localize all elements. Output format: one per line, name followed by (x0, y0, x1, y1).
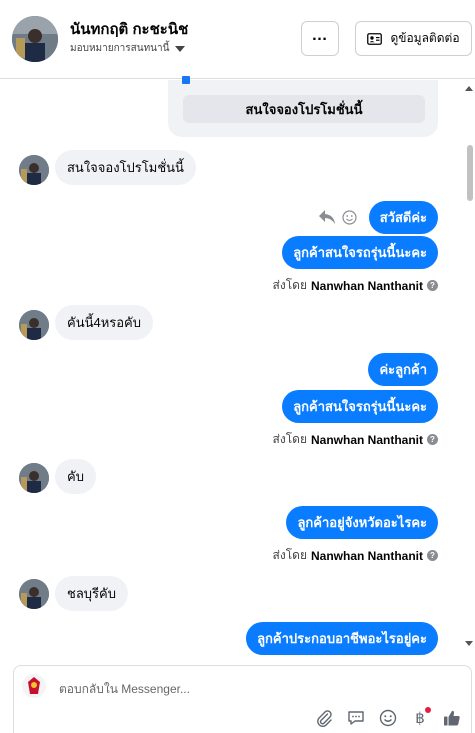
composer-toolbar: ฿ (315, 707, 461, 727)
info-icon[interactable]: ? (427, 550, 438, 561)
emoji-icon[interactable] (342, 209, 357, 225)
contact-avatar-small[interactable] (19, 463, 49, 493)
more-icon: … (311, 26, 329, 44)
view-contact-button[interactable]: ดูข้อมูลติดต่อ (355, 21, 472, 56)
svg-text:฿: ฿ (415, 709, 425, 727)
scroll-down-arrow[interactable] (465, 641, 473, 646)
promotion-card: สนใจจองโปรโมชั่นนี้ (168, 76, 438, 137)
contact-avatar-small[interactable] (19, 310, 49, 340)
sent-by-label: ส่งโดย Nanwhan Nanthanit ? (273, 430, 438, 449)
assign-conversation[interactable]: มอบหมายการสนทนานี้ (70, 41, 186, 56)
message-bubble-outgoing[interactable]: ลูกค้าอยู่จังหวัดอะไรคะ (286, 506, 438, 539)
saved-replies-icon[interactable] (347, 709, 365, 727)
contact-card-icon (367, 32, 383, 45)
sent-by-label: ส่งโดย Nanwhan Nanthanit ? (273, 276, 438, 295)
message-bubble-outgoing[interactable]: สวัสดีค่ะ (368, 201, 438, 234)
message-composer: ตอบกลับใน Messenger... ฿ (13, 665, 472, 733)
sent-by-prefix: ส่งโดย (272, 278, 307, 292)
conversation-header: นันทกฤติ กะชะนิช มอบหมายการสนทนานี้ … ดู… (0, 0, 475, 79)
sender-name: Nanwhan Nanthanit (310, 278, 423, 293)
message-bubble-incoming[interactable]: สนใจจองโปรโมชั่นนี้ (55, 150, 196, 185)
sent-by-prefix: ส่งโดย (272, 548, 307, 562)
emoji-icon[interactable] (379, 709, 397, 727)
contact-avatar-small[interactable] (19, 155, 49, 185)
sender-name: Nanwhan Nanthanit (310, 548, 423, 563)
contact-name: นันทกฤติ กะชะนิช (70, 21, 189, 38)
like-icon[interactable] (443, 709, 461, 727)
scroll-up-arrow[interactable] (465, 86, 473, 91)
message-actions (318, 209, 357, 225)
message-bubble-outgoing[interactable]: ค่ะลูกค้า (368, 353, 438, 386)
contact-avatar-small[interactable] (19, 579, 49, 609)
book-promotion-button[interactable]: สนใจจองโปรโมชั่นนี้ (183, 95, 425, 123)
baht-icon[interactable]: ฿ (411, 707, 431, 727)
message-bubble-incoming[interactable]: ชลบุรีคับ (55, 576, 128, 611)
contact-avatar[interactable] (12, 16, 58, 62)
view-contact-label: ดูข้อมูลติดต่อ (390, 31, 460, 45)
info-icon[interactable]: ? (427, 280, 438, 291)
attach-icon[interactable] (315, 709, 333, 727)
reply-icon[interactable] (318, 209, 336, 225)
chevron-down-icon (175, 45, 186, 52)
sent-by-prefix: ส่งโดย (272, 432, 307, 446)
message-bubble-outgoing[interactable]: ลูกค้าสนใจรถรุ่นนี้นะคะ (282, 390, 438, 423)
reply-input[interactable]: ตอบกลับใน Messenger... (59, 680, 190, 699)
assign-label: มอบหมายการสนทนานี้ (70, 43, 170, 54)
page-avatar (22, 674, 46, 698)
message-bubble-outgoing[interactable]: ลูกค้าประกอบอาชีพอะไรอยู่คะ (246, 622, 438, 655)
scrollbar-thumb[interactable] (467, 145, 473, 201)
sender-name: Nanwhan Nanthanit (310, 432, 423, 447)
checkbox-icon (182, 76, 190, 84)
sent-by-label: ส่งโดย Nanwhan Nanthanit ? (273, 546, 438, 565)
message-bubble-outgoing[interactable]: ลูกค้าสนใจรถรุ่นนี้นะคะ (282, 236, 438, 269)
notification-dot (425, 707, 431, 713)
more-options-button[interactable]: … (301, 21, 339, 56)
message-bubble-incoming[interactable]: คันนี้4หรอคับ (55, 305, 154, 340)
info-icon[interactable]: ? (427, 434, 438, 445)
message-bubble-incoming[interactable]: คับ (55, 459, 96, 494)
